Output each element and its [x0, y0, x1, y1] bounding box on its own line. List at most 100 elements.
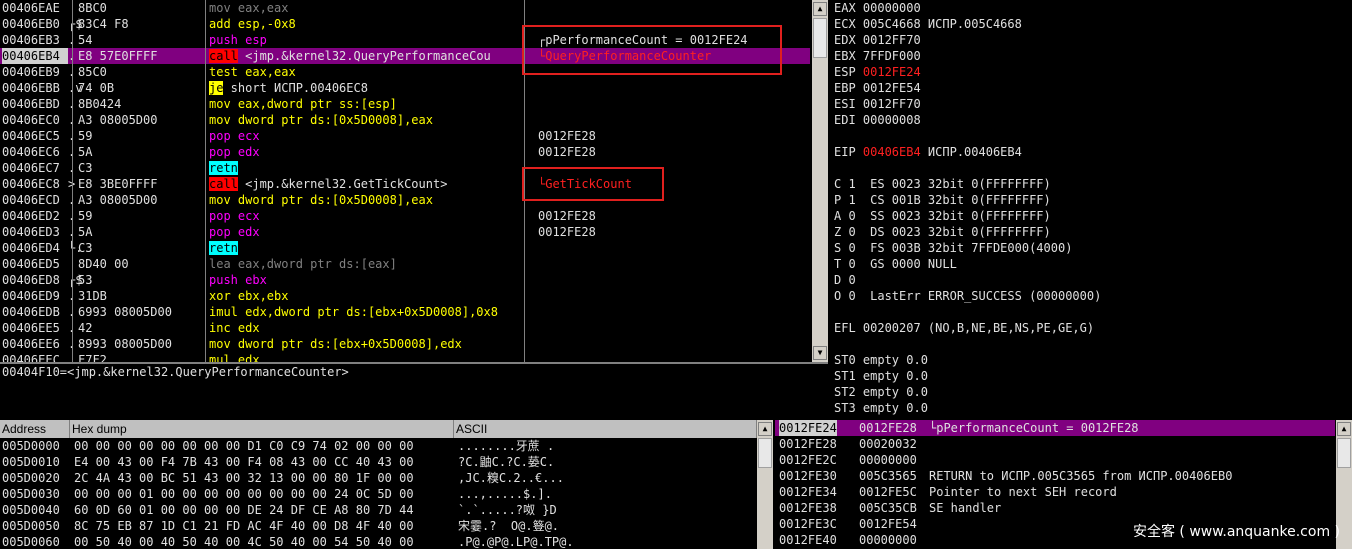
hex-bytes-cell[interactable]: 74 0B: [78, 80, 114, 96]
stack-address[interactable]: 0012FE28: [779, 436, 837, 452]
disasm-row[interactable]: 00406ED8 ┌$ 53 push ebx: [0, 272, 810, 288]
dump-ascii[interactable]: ,JC.糗C.2..€...: [458, 470, 564, 486]
address-cell[interactable]: 00406EDB: [2, 304, 60, 320]
dump-hex[interactable]: E4 00 43 00 F4 7B 43 00 F4 08 43 00 CC 4…: [74, 454, 414, 470]
disasm-row[interactable]: 00406EC8>E8 3BE0FFFFcall <jmp.&kernel32.…: [0, 176, 810, 192]
instruction-cell[interactable]: mov dword ptr ds:[0x5D0008],eax: [209, 192, 433, 208]
dump-header-ascii[interactable]: ASCII: [454, 420, 757, 438]
comment-cell[interactable]: 0012FE28: [538, 128, 596, 144]
instruction-cell[interactable]: mul edx: [209, 352, 260, 362]
register-line[interactable]: T 0 GS 0000 NULL: [834, 256, 957, 272]
hex-bytes-cell[interactable]: 5A: [78, 144, 92, 160]
instruction-cell[interactable]: mov eax,eax: [209, 0, 288, 16]
dump-address[interactable]: 005D0010: [2, 454, 60, 470]
hex-bytes-cell[interactable]: C3: [78, 160, 92, 176]
stack-address[interactable]: 0012FE3C: [779, 516, 837, 532]
hex-bytes-cell[interactable]: 83C4 F8: [78, 16, 129, 32]
instruction-cell[interactable]: mov eax,dword ptr ss:[esp]: [209, 96, 397, 112]
register-line[interactable]: ST1 empty 0.0: [834, 368, 928, 384]
disasm-row[interactable]: 00406EBD.8B0424mov eax,dword ptr ss:[esp…: [0, 96, 810, 112]
instruction-cell[interactable]: retn: [209, 240, 238, 256]
register-line[interactable]: EFL 00200207 (NO,B,NE,BE,NS,PE,GE,G): [834, 320, 1094, 336]
register-line[interactable]: ST0 empty 0.0: [834, 352, 928, 368]
dump-hex[interactable]: 8C 75 EB 87 1D C1 21 FD AC 4F 40 00 D8 4…: [74, 518, 414, 534]
dump-ascii[interactable]: ?C.鼬C.?C.蒆C.: [458, 454, 554, 470]
register-line[interactable]: EDI 00000008: [834, 112, 921, 128]
disasm-row[interactable]: 00406ECD.A3 08005D00mov dword ptr ds:[0x…: [0, 192, 810, 208]
stack-value[interactable]: 005C35CB: [859, 500, 917, 516]
disasm-row[interactable]: 00406EE6.8993 08005D00mov dword ptr ds:[…: [0, 336, 810, 352]
stack-row[interactable]: 0012FE38 005C35CB SE handler: [775, 500, 1335, 516]
instruction-cell[interactable]: pop edx: [209, 144, 260, 160]
dump-address[interactable]: 005D0060: [2, 534, 60, 549]
instruction-cell[interactable]: add esp,-0x8: [209, 16, 296, 32]
register-line[interactable]: EIP 00406EB4 ИСПР.00406EB4: [834, 144, 1022, 160]
instruction-cell[interactable]: inc edx: [209, 320, 260, 336]
stack-value[interactable]: 00000000: [859, 532, 917, 548]
address-cell[interactable]: 00406EB4: [2, 48, 68, 64]
register-line[interactable]: ESI 0012FF70: [834, 96, 921, 112]
address-cell[interactable]: 00406EAE: [2, 0, 60, 16]
stack-value[interactable]: 00020032: [859, 436, 917, 452]
instruction-cell[interactable]: pop ecx: [209, 208, 260, 224]
register-value[interactable]: 0012FE24: [863, 65, 921, 79]
dump-address[interactable]: 005D0050: [2, 518, 60, 534]
address-cell[interactable]: 00406ED5: [2, 256, 60, 272]
register-line[interactable]: EBP 0012FE54: [834, 80, 921, 96]
scroll-thumb[interactable]: [758, 438, 772, 468]
address-cell[interactable]: 00406ED2: [2, 208, 60, 224]
register-line[interactable]: C 1 ES 0023 32bit 0(FFFFFFFF): [834, 176, 1051, 192]
comment-cell[interactable]: 0012FE28: [538, 144, 596, 160]
stack-address[interactable]: 0012FE2C: [779, 452, 837, 468]
stack-value[interactable]: 0012FE54: [859, 516, 917, 532]
disasm-row[interactable]: 00406ED5 8D40 00 lea eax,dword ptr ds:[eax…: [0, 256, 810, 272]
scroll-down-icon[interactable]: ▼: [813, 346, 827, 360]
disasm-row[interactable]: 00406EC5.59pop ecx0012FE28: [0, 128, 810, 144]
hex-bytes-cell[interactable]: 59: [78, 128, 92, 144]
hex-bytes-cell[interactable]: 6993 08005D00: [78, 304, 172, 320]
instruction-cell[interactable]: mov dword ptr ds:[0x5D0008],eax: [209, 112, 433, 128]
instruction-cell[interactable]: xor ebx,ebx: [209, 288, 288, 304]
disasm-row[interactable]: 00406EC7.C3retn: [0, 160, 810, 176]
dump-ascii[interactable]: ...,.....$.].: [458, 486, 552, 502]
scroll-up-icon[interactable]: ▲: [813, 2, 827, 16]
hex-bytes-cell[interactable]: F7F2: [78, 352, 107, 362]
register-line[interactable]: A 0 SS 0023 32bit 0(FFFFFFFF): [834, 208, 1051, 224]
scroll-up-icon[interactable]: ▲: [1337, 422, 1351, 436]
dump-ascii[interactable]: 宋霎.? O@.簦@.: [458, 518, 559, 534]
dump-hex[interactable]: 00 50 40 00 40 50 40 00 4C 50 40 00 54 5…: [74, 534, 414, 549]
hex-bytes-cell[interactable]: 31DB: [78, 288, 107, 304]
dump-hex[interactable]: 00 00 00 01 00 00 00 00 00 00 00 00 24 0…: [74, 486, 414, 502]
hex-bytes-cell[interactable]: 54: [78, 32, 92, 48]
stack-row[interactable]: 0012FE2C 00000000: [775, 452, 1335, 468]
disasm-row[interactable]: 00406EBB .v 74 0B je short ИСПР.00406EC8: [0, 80, 810, 96]
dump-ascii[interactable]: `.`.....?呶 }D: [458, 502, 557, 518]
register-line[interactable]: EDX 0012FF70: [834, 32, 921, 48]
address-cell[interactable]: 00406ED9: [2, 288, 60, 304]
stack-row[interactable]: 0012FE34 0012FE5C Pointer to next SEH reco…: [775, 484, 1335, 500]
disasm-row[interactable]: 00406ED3.5Apop edx0012FE28: [0, 224, 810, 240]
stack-row[interactable]: 0012FE30 005C3565 RETURN to ИСПР.005C3565 …: [775, 468, 1335, 484]
instruction-cell[interactable]: mov dword ptr ds:[ebx+0x5D0008],edx: [209, 336, 462, 352]
stack-row[interactable]: 0012FE24 0012FE28 └pPerformanceCount = 001…: [775, 420, 1335, 436]
address-cell[interactable]: 00406ED8: [2, 272, 60, 288]
address-cell[interactable]: 00406EE6: [2, 336, 60, 352]
hex-bytes-cell[interactable]: 8BC0: [78, 0, 107, 16]
register-line[interactable]: Z 0 DS 0023 32bit 0(FFFFFFFF): [834, 224, 1051, 240]
instruction-cell[interactable]: push ebx: [209, 272, 267, 288]
instruction-cell[interactable]: lea eax,dword ptr ds:[eax]: [209, 256, 397, 272]
dump-address[interactable]: 005D0040: [2, 502, 60, 518]
stack-address[interactable]: 0012FE30: [779, 468, 837, 484]
disasm-row[interactable]: 00406EDB.6993 08005D00imul edx,dword ptr…: [0, 304, 810, 320]
register-line[interactable]: ST2 empty 0.0: [834, 384, 928, 400]
hex-bytes-cell[interactable]: C3: [78, 240, 92, 256]
disasm-row[interactable]: 00406EE5.42inc edx: [0, 320, 810, 336]
dump-ascii[interactable]: .P@.@P@.LP@.TP@.: [458, 534, 574, 549]
dump-address[interactable]: 005D0030: [2, 486, 60, 502]
instruction-cell[interactable]: push esp: [209, 32, 267, 48]
dump-address[interactable]: 005D0020: [2, 470, 60, 486]
address-cell[interactable]: 00406EBD: [2, 96, 60, 112]
stack-value[interactable]: 00000000: [859, 452, 917, 468]
instruction-cell[interactable]: call <jmp.&kernel32.GetTickCount>: [209, 176, 447, 192]
address-cell[interactable]: 00406EE5: [2, 320, 60, 336]
